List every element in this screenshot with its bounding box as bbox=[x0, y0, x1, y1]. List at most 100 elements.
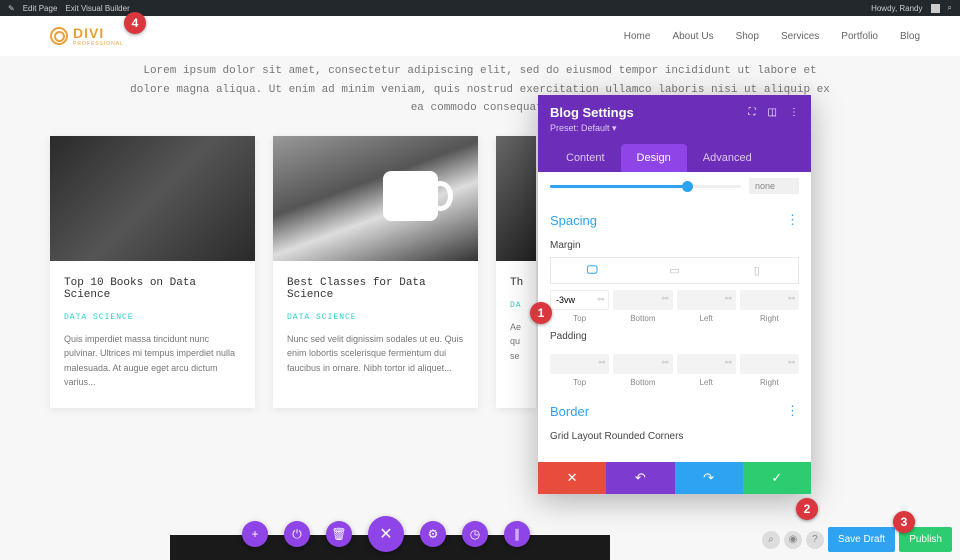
padding-bottom-input[interactable]: ⚯ bbox=[613, 354, 672, 374]
settings-button[interactable]: ⚙ bbox=[420, 521, 446, 547]
greeting-text: Howdy, Randy bbox=[871, 4, 922, 13]
eye-icon: ◉ bbox=[789, 534, 798, 545]
plus-icon: + bbox=[251, 527, 258, 541]
snap-icon[interactable]: ◫ bbox=[768, 107, 777, 118]
exit-visual-builder-link[interactable]: Exit Visual Builder bbox=[65, 4, 129, 13]
help-button[interactable]: ? bbox=[806, 531, 824, 549]
desktop-icon: 🖵 bbox=[587, 264, 598, 276]
annotation-badge-1: 1 bbox=[530, 302, 552, 324]
side-right-label: Right bbox=[740, 378, 799, 387]
card-image bbox=[496, 136, 536, 261]
logo-subtitle: PROFESSIONAL bbox=[73, 41, 124, 47]
annotation-badge-4: 4 bbox=[124, 12, 146, 34]
page-actions: ⌕ ◉ ? Save Draft Publish bbox=[762, 527, 952, 552]
slider-thumb[interactable] bbox=[682, 181, 693, 192]
expand-icon[interactable]: ⛶ bbox=[749, 107, 756, 118]
section-menu-icon[interactable]: ⋮ bbox=[786, 212, 799, 228]
device-tablet[interactable]: ▭ bbox=[633, 258, 715, 283]
margin-label: Margin bbox=[538, 234, 811, 257]
undo-button[interactable]: ↶ bbox=[606, 462, 674, 494]
intro-paragraph: Lorem ipsum dolor sit amet, consectetur … bbox=[0, 56, 960, 136]
card-category[interactable]: DATA SCIENCE bbox=[64, 313, 241, 322]
tab-content[interactable]: Content bbox=[550, 144, 621, 172]
discard-button[interactable]: ✕ bbox=[538, 462, 606, 494]
power-button[interactable]: ⏻ bbox=[284, 521, 310, 547]
redo-button[interactable]: ↷ bbox=[675, 462, 743, 494]
close-builder-button[interactable]: ✕ bbox=[368, 516, 404, 552]
padding-left-input[interactable]: ⚯ bbox=[677, 354, 736, 374]
close-icon: ✕ bbox=[379, 524, 392, 544]
section-spacing-title[interactable]: Spacing bbox=[550, 213, 597, 228]
padding-top-input[interactable]: ⚯ bbox=[550, 354, 609, 374]
card-title: Best Classes for Data Science bbox=[287, 277, 464, 301]
card-category[interactable]: DA bbox=[510, 301, 522, 310]
nav-home[interactable]: Home bbox=[624, 31, 651, 42]
undo-icon: ↶ bbox=[635, 470, 646, 486]
tab-advanced[interactable]: Advanced bbox=[687, 144, 768, 172]
card-3[interactable]: Th DA Ae qu se bbox=[496, 136, 536, 408]
tablet-icon: ▭ bbox=[669, 265, 679, 277]
logo[interactable]: DIVI PROFESSIONAL bbox=[50, 25, 124, 47]
blog-cards: Top 10 Books on Data Science DATA SCIENC… bbox=[0, 136, 960, 408]
link-icon[interactable]: ⚯ bbox=[788, 294, 795, 303]
card-1[interactable]: Top 10 Books on Data Science DATA SCIENC… bbox=[50, 136, 255, 408]
tab-design[interactable]: Design bbox=[621, 144, 687, 172]
card-excerpt: Nunc sed velit dignissim sodales ut eu. … bbox=[287, 332, 464, 375]
search-icon[interactable]: ⌕ bbox=[948, 3, 952, 13]
preset-dropdown[interactable]: Preset: Default ▾ bbox=[550, 123, 799, 134]
margin-bottom-input[interactable]: ⚯ bbox=[613, 290, 672, 310]
preview-button[interactable]: ◉ bbox=[784, 531, 802, 549]
sliders-icon: ∥ bbox=[514, 527, 520, 541]
card-image bbox=[273, 136, 478, 261]
card-title: Top 10 Books on Data Science bbox=[64, 277, 241, 301]
link-icon[interactable]: ⚯ bbox=[598, 295, 605, 304]
panel-header[interactable]: Blog Settings ⛶ ◫ ⋮ Preset: Default ▾ Co… bbox=[538, 95, 811, 172]
nav-portfolio[interactable]: Portfolio bbox=[841, 31, 878, 42]
add-button[interactable]: + bbox=[242, 521, 268, 547]
link-icon[interactable]: ⚯ bbox=[662, 358, 669, 367]
trash-button[interactable]: 🗑 bbox=[326, 521, 352, 547]
card-category[interactable]: DATA SCIENCE bbox=[287, 313, 464, 322]
section-menu-icon[interactable]: ⋮ bbox=[786, 403, 799, 419]
zoom-button[interactable]: ⌕ bbox=[762, 531, 780, 549]
link-icon[interactable]: ⚯ bbox=[725, 294, 732, 303]
gear-icon: ⚙ bbox=[428, 527, 439, 541]
rounded-corners-label: Grid Layout Rounded Corners bbox=[538, 425, 811, 448]
device-tabs: 🖵 ▭ ▯ bbox=[550, 257, 799, 284]
zoom-icon: ⌕ bbox=[768, 534, 774, 545]
link-icon[interactable]: ⚯ bbox=[599, 358, 606, 367]
panel-footer: ✕ ↶ ↷ ✓ bbox=[538, 462, 811, 494]
save-button[interactable]: ✓ bbox=[743, 462, 811, 494]
link-icon[interactable]: ⚯ bbox=[662, 294, 669, 303]
nav-blog[interactable]: Blog bbox=[900, 31, 920, 42]
nav-about[interactable]: About Us bbox=[672, 31, 713, 42]
kebab-icon[interactable]: ⋮ bbox=[789, 107, 799, 118]
save-draft-button[interactable]: Save Draft bbox=[828, 527, 895, 552]
section-border-title[interactable]: Border bbox=[550, 404, 589, 419]
padding-label: Padding bbox=[538, 325, 811, 348]
link-icon[interactable]: ⚯ bbox=[725, 358, 732, 367]
slider[interactable] bbox=[550, 185, 741, 188]
margin-top-input[interactable]: -3vw⚯ bbox=[550, 290, 609, 310]
avatar[interactable] bbox=[931, 4, 940, 13]
padding-right-input[interactable]: ⚯ bbox=[740, 354, 799, 374]
main-nav: Home About Us Shop Services Portfolio Bl… bbox=[624, 31, 920, 42]
link-icon[interactable]: ⚯ bbox=[788, 358, 795, 367]
nav-shop[interactable]: Shop bbox=[736, 31, 759, 42]
slider-value[interactable]: none bbox=[749, 178, 799, 194]
device-phone[interactable]: ▯ bbox=[716, 258, 798, 283]
nav-services[interactable]: Services bbox=[781, 31, 819, 42]
redo-icon: ↷ bbox=[703, 470, 714, 486]
margin-left-input[interactable]: ⚯ bbox=[677, 290, 736, 310]
panel-title: Blog Settings bbox=[550, 105, 634, 120]
card-image bbox=[50, 136, 255, 261]
side-top-label: Top bbox=[550, 378, 609, 387]
device-desktop[interactable]: 🖵 bbox=[551, 258, 633, 283]
edit-page-link[interactable]: Edit Page bbox=[23, 4, 58, 13]
blog-settings-panel: Blog Settings ⛶ ◫ ⋮ Preset: Default ▾ Co… bbox=[538, 95, 811, 494]
margin-right-input[interactable]: ⚯ bbox=[740, 290, 799, 310]
logo-icon bbox=[50, 27, 68, 45]
adjust-button[interactable]: ∥ bbox=[504, 521, 530, 547]
history-button[interactable]: ◷ bbox=[462, 521, 488, 547]
card-2[interactable]: Best Classes for Data Science DATA SCIEN… bbox=[273, 136, 478, 408]
